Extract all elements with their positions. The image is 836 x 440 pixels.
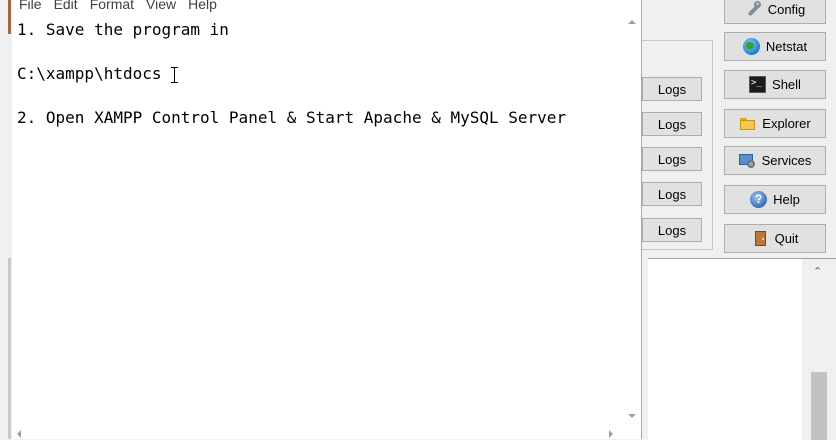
services-icon <box>738 152 756 169</box>
menu-view[interactable]: View <box>140 0 182 13</box>
explorer-button[interactable]: Explorer <box>724 109 826 138</box>
menu-format[interactable]: Format <box>84 0 140 13</box>
shell-button[interactable]: Shell <box>724 70 826 99</box>
scroll-right-icon[interactable] <box>609 430 613 438</box>
tomcat-logs-button[interactable]: Logs <box>642 218 702 242</box>
wrench-icon <box>745 1 762 18</box>
help-button[interactable]: ? Help <box>724 185 826 214</box>
scroll-up-icon[interactable] <box>628 20 636 24</box>
window-edge-accent <box>8 0 11 34</box>
services-button[interactable]: Services <box>724 146 826 175</box>
scroll-left-icon[interactable] <box>17 430 21 438</box>
terminal-icon <box>749 76 767 93</box>
help-icon: ? <box>750 191 768 208</box>
text-cursor-icon <box>171 67 178 83</box>
text-line: C:\xampp\htdocs <box>17 64 162 83</box>
scroll-down-icon[interactable] <box>628 414 636 418</box>
menu-bar: File Edit Format View Help <box>12 0 641 13</box>
log-scroll-thumb[interactable] <box>811 372 827 440</box>
services-button-label: Services <box>761 153 812 168</box>
menu-file[interactable]: File <box>12 0 48 13</box>
apache-logs-button[interactable]: Logs <box>642 77 702 101</box>
help-button-label: Help <box>773 192 800 207</box>
scroll-up-icon[interactable]: ⌃ <box>813 265 822 278</box>
vertical-scrollbar[interactable] <box>624 16 641 439</box>
log-output-panel[interactable]: ⌃ <box>648 258 836 440</box>
text-editor[interactable]: 1. Save the program in C:\xampp\htdocs 2… <box>12 16 624 439</box>
globe-icon <box>742 38 760 55</box>
config-button[interactable]: Config <box>724 0 826 24</box>
netstat-button[interactable]: Netstat <box>724 32 826 61</box>
quit-button[interactable]: Quit <box>724 224 826 253</box>
shell-button-label: Shell <box>772 77 801 92</box>
menu-help[interactable]: Help <box>182 0 223 13</box>
folder-icon <box>739 115 756 132</box>
window-edge-accent-lower <box>8 258 11 439</box>
mysql-logs-button[interactable]: Logs <box>642 112 702 136</box>
menu-edit[interactable]: Edit <box>48 0 84 13</box>
explorer-button-label: Explorer <box>762 116 811 131</box>
exit-door-icon <box>752 230 769 247</box>
config-button-label: Config <box>767 2 806 17</box>
mercury-logs-button[interactable]: Logs <box>642 182 702 206</box>
netstat-button-label: Netstat <box>765 39 808 54</box>
text-line: 2. Open XAMPP Control Panel & Start Apac… <box>17 108 567 127</box>
quit-button-label: Quit <box>774 231 799 246</box>
text-line: 1. Save the program in <box>17 20 229 39</box>
notepad-window[interactable]: File Edit Format View Help 1. Save the p… <box>12 0 642 439</box>
filezilla-logs-button[interactable]: Logs <box>642 147 702 171</box>
log-scrollbar[interactable]: ⌃ <box>802 259 836 440</box>
